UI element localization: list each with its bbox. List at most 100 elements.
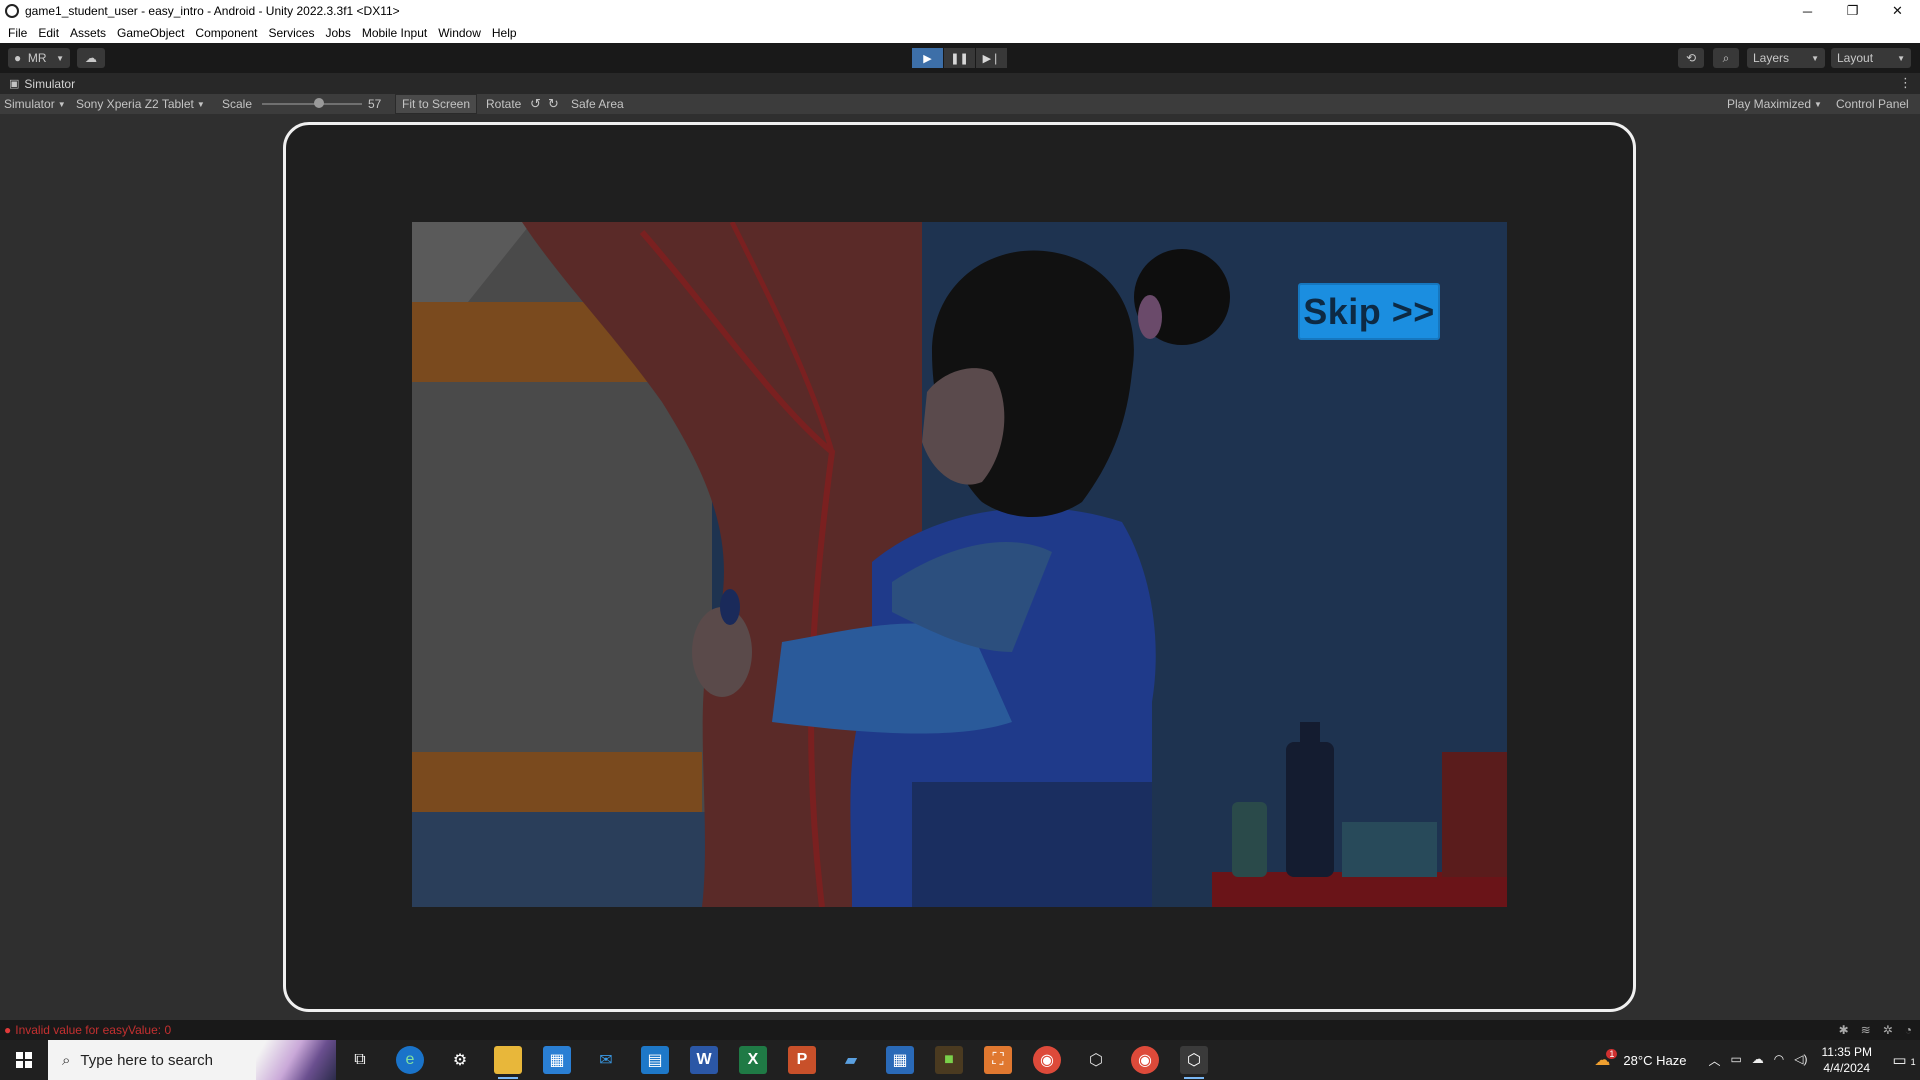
- account-dropdown[interactable]: ● MR ▼: [8, 48, 70, 68]
- close-button[interactable]: ✕: [1875, 0, 1920, 22]
- system-tray: ☁ 1 28°C Haze ︿ ▭ ☁ ◠ ◁) 11:35 PM 4/4/20…: [1594, 1040, 1920, 1080]
- window-title-bar: game1_student_user - easy_intro - Androi…: [0, 0, 1920, 22]
- menu-mobile-input[interactable]: Mobile Input: [358, 26, 434, 40]
- undo-history-button[interactable]: ⟲: [1678, 48, 1704, 68]
- clock[interactable]: 11:35 PM 4/4/2024: [1822, 1044, 1872, 1076]
- scale-label: Scale: [222, 97, 253, 111]
- store-icon[interactable]: ▦: [543, 1046, 571, 1074]
- view-mode-dropdown[interactable]: Simulator ▼: [4, 94, 66, 114]
- menu-assets[interactable]: Assets: [66, 26, 113, 40]
- clock-time: 11:35 PM: [1821, 1045, 1872, 1059]
- onedrive-icon[interactable]: ☁: [1752, 1052, 1764, 1069]
- simulator-tab-header: ▣ Simulator ⋮: [0, 73, 1920, 94]
- chevron-up-icon[interactable]: ︿: [1708, 1052, 1720, 1069]
- unity-hub-icon[interactable]: ⬡: [1082, 1046, 1110, 1074]
- unity-editor-icon[interactable]: ⬡: [1180, 1046, 1208, 1079]
- game-screen[interactable]: Skip >>: [412, 222, 1507, 907]
- start-button[interactable]: [0, 1040, 48, 1080]
- xampp-icon[interactable]: ⛶: [984, 1046, 1012, 1074]
- file-explorer-icon[interactable]: [494, 1046, 522, 1079]
- play-mode-label: Play Maximized: [1727, 97, 1812, 111]
- error-icon: ●: [4, 1023, 12, 1037]
- restore-button[interactable]: ❐: [1830, 0, 1875, 22]
- layers-dropdown[interactable]: Layers ▼: [1747, 48, 1825, 68]
- skip-button[interactable]: Skip >>: [1298, 283, 1440, 340]
- windows-logo-icon: [16, 1052, 32, 1068]
- weather-text: 28°C Haze: [1623, 1052, 1687, 1068]
- chevron-down-icon: ▼: [56, 53, 64, 63]
- windows-taskbar: ⌕ Type here to search ⧉ e ⚙ ▦ ✉ ▤ W X P …: [0, 1040, 1920, 1080]
- control-panel-button[interactable]: Control Panel: [1836, 94, 1909, 114]
- minecraft-icon[interactable]: ■: [935, 1046, 963, 1074]
- wifi-icon[interactable]: ◠: [1774, 1052, 1784, 1069]
- mail-icon[interactable]: ✉: [592, 1046, 620, 1074]
- settings-icon[interactable]: ⚙: [446, 1046, 474, 1074]
- cloud-icon: ☁: [85, 51, 97, 65]
- excel-icon[interactable]: X: [739, 1046, 767, 1074]
- scale-slider-thumb[interactable]: [314, 98, 324, 108]
- tray-icons: ︿ ▭ ☁ ◠ ◁): [1708, 1052, 1807, 1069]
- simulator-icon: ▣: [9, 78, 20, 90]
- menu-jobs[interactable]: Jobs: [321, 26, 357, 40]
- task-view-icon[interactable]: ⧉: [346, 1046, 374, 1074]
- window-controls: ─ ❐ ✕: [1785, 0, 1920, 22]
- menu-window[interactable]: Window: [434, 26, 488, 40]
- play-button[interactable]: ▶: [912, 48, 943, 68]
- layout-dropdown[interactable]: Layout ▼: [1831, 48, 1911, 68]
- menu-edit[interactable]: Edit: [34, 26, 66, 40]
- rotate-right-icon[interactable]: ↻: [548, 94, 559, 114]
- account-label: MR: [27, 51, 47, 65]
- calculator-icon[interactable]: ▦: [886, 1046, 914, 1074]
- device-dropdown[interactable]: Sony Xperia Z2 Tablet ▼: [76, 94, 205, 114]
- menu-gameobject[interactable]: GameObject: [113, 26, 191, 40]
- weather-badge: 1: [1606, 1049, 1618, 1059]
- minimize-button[interactable]: ─: [1785, 0, 1830, 22]
- edge-icon[interactable]: e: [396, 1046, 424, 1074]
- history-icon: ⟲: [1685, 51, 1697, 65]
- fit-to-screen-button[interactable]: Fit to Screen: [395, 94, 478, 114]
- menu-help[interactable]: Help: [488, 26, 524, 40]
- powerpoint-icon[interactable]: P: [788, 1046, 816, 1074]
- taskbar-search-input[interactable]: ⌕ Type here to search: [48, 1040, 336, 1080]
- scale-slider-track: [262, 98, 362, 108]
- search-icon: ⌕: [62, 1051, 71, 1069]
- cache-icon[interactable]: ≋: [1861, 1023, 1871, 1037]
- word-icon[interactable]: W: [690, 1046, 718, 1074]
- safe-area-toggle[interactable]: Safe Area: [571, 94, 624, 114]
- cloud-button[interactable]: ☁: [77, 48, 105, 68]
- progress-icon[interactable]: ◔: [1905, 1023, 1912, 1037]
- chrome-profile-icon[interactable]: ◉: [1131, 1046, 1159, 1074]
- menu-services[interactable]: Services: [264, 26, 321, 40]
- play-maximized-dropdown[interactable]: Play Maximized ▼: [1727, 94, 1822, 114]
- more-options-icon[interactable]: ⋮: [1899, 75, 1912, 91]
- pause-button[interactable]: ❚❚: [944, 48, 975, 68]
- unity-logo-icon: [5, 4, 19, 18]
- menu-component[interactable]: Component: [191, 26, 264, 40]
- notification-center-icon[interactable]: ▭ 1: [1888, 1051, 1920, 1069]
- outlook-icon[interactable]: ▤: [641, 1046, 669, 1074]
- account-icon: ●: [14, 51, 22, 65]
- search-button[interactable]: ⌕: [1713, 48, 1739, 68]
- volume-icon[interactable]: ◁): [1794, 1052, 1807, 1069]
- search-placeholder: Type here to search: [80, 1051, 213, 1069]
- step-button[interactable]: ▶❘: [976, 48, 1007, 68]
- view-mode-label: Simulator: [4, 97, 55, 111]
- simulator-toolbar: Simulator ▼ Sony Xperia Z2 Tablet ▼ Scal…: [0, 94, 1920, 114]
- tray-device-icon[interactable]: ▭: [1730, 1052, 1741, 1069]
- bug-icon[interactable]: ✲: [1883, 1023, 1893, 1037]
- layout-label: Layout: [1837, 51, 1874, 65]
- chevron-down-icon: ▼: [1814, 99, 1822, 109]
- chevron-down-icon: ▼: [196, 99, 205, 109]
- rotate-left-icon[interactable]: ↺: [530, 94, 541, 114]
- console-error-message[interactable]: Invalid value for easyValue: 0: [15, 1023, 171, 1037]
- notification-icon: ▭: [1892, 1052, 1907, 1069]
- weather-widget[interactable]: ☁ 1 28°C Haze: [1594, 1049, 1687, 1070]
- debug-icon[interactable]: ✱: [1839, 1023, 1849, 1037]
- scale-slider[interactable]: [262, 94, 362, 114]
- remote-desktop-icon[interactable]: ▰: [837, 1046, 865, 1074]
- tab-simulator[interactable]: Simulator: [24, 77, 75, 91]
- menu-file[interactable]: File: [4, 26, 34, 40]
- menu-bar: File Edit Assets GameObject Component Se…: [0, 22, 1920, 43]
- layers-label: Layers: [1753, 51, 1790, 65]
- chrome-icon[interactable]: ◉: [1033, 1046, 1061, 1074]
